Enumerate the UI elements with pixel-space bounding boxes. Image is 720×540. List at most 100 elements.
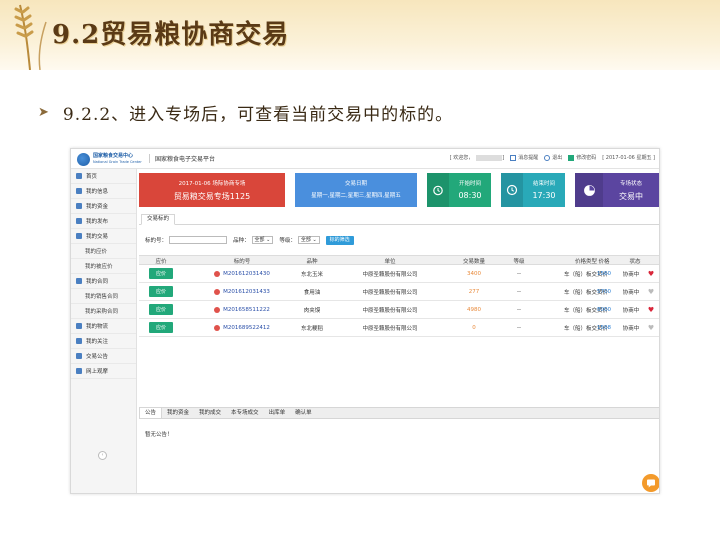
platform-name: 国家粮食电子交易平台 (149, 154, 215, 163)
status-cell: 协商中 (622, 289, 640, 296)
table-row: 应价 M201612031430 东北玉米 中原圣籁股份有限公司 3400 --… (139, 265, 659, 283)
code-cell: M201658511222 (197, 301, 287, 318)
change-password-link[interactable]: 修改密码 (568, 154, 596, 161)
sidebar-item-label: 网上观摩 (86, 369, 109, 375)
sidebar-item-my-quotes[interactable]: 我的应价 (71, 244, 136, 259)
logout-link[interactable]: 退出 (544, 154, 562, 161)
sidebar-item-observe[interactable]: 网上观摩 (71, 364, 136, 379)
quote-button[interactable]: 应价 (148, 322, 173, 333)
welcome: [ 欢迎您，] (450, 154, 504, 161)
variety-cell: 食用油 (303, 289, 321, 296)
sidebar-item-publish[interactable]: 我的发布 (71, 214, 136, 229)
variety-cell: 肉夹馍 (303, 307, 321, 314)
slide-bullet: ➤ 9.2.2、进入专场后，可查看当前交易中的标的。 (38, 100, 453, 125)
btab-announcement[interactable]: 公告 (139, 408, 163, 418)
favorite-heart-icon[interactable]: ♥ (645, 301, 657, 318)
btab-session-deals[interactable]: 本专场成交 (226, 408, 264, 418)
logout-label: 退出 (552, 155, 563, 161)
items-table: 应价 标的号 品种 单位 交易数量 等级 价格类型 价格 状态 应价 M2016… (139, 255, 659, 337)
mail-icon (510, 154, 517, 161)
sidebar-item-purchase-contracts[interactable]: 我的采购合同 (71, 304, 136, 319)
quote-button[interactable]: 应价 (148, 304, 173, 315)
sidebar-item-sales-contracts[interactable]: 我的销售合同 (71, 289, 136, 304)
btab-my-deals[interactable]: 我的成交 (194, 408, 226, 418)
megaphone-icon (76, 353, 82, 359)
btab-outbound[interactable]: 出库单 (264, 408, 291, 418)
sidebar-item-funds[interactable]: 我的资金 (71, 199, 136, 214)
session-card: 2017-01-06 场际协商专场 贸易粮交易专场1125 (139, 173, 285, 207)
tab-trade-items[interactable]: 交易标的 (141, 214, 176, 225)
grade-cell: -- (517, 288, 521, 295)
pie-clock-icon (575, 173, 603, 207)
app-header: 国家粮食交易中心 National Grain Trade Center 国家粮… (71, 149, 659, 169)
sidebar-item-favorites[interactable]: 我的关注 (71, 334, 136, 349)
quote-cell: 应价 (139, 301, 183, 318)
sidebar-item-contracts[interactable]: 我的合同 (71, 274, 136, 289)
sidebar-item-quoted[interactable]: 我的被应价 (71, 259, 136, 274)
alarm-clock-icon (427, 173, 449, 207)
grade-label: 等级： (279, 238, 296, 244)
sidebar-item-announcements[interactable]: 交易公告 (71, 349, 136, 364)
contract-icon (76, 278, 82, 284)
favorite-heart-icon[interactable]: ♥ (645, 265, 657, 282)
quote-button[interactable]: 应价 (148, 286, 173, 297)
status-label: 专场状态 (619, 181, 642, 187)
quote-button[interactable]: 应价 (148, 268, 173, 279)
wheat-icon (14, 4, 47, 70)
tab-strip: 交易标的 (139, 213, 659, 225)
table-row: 应价 M201689522412 东北粳稻 中原圣籁股份有限公司 0 -- 车（… (139, 319, 659, 337)
variety-select[interactable]: 全部 ⌄ (251, 236, 274, 244)
start-time-label: 开始时间 (458, 181, 481, 187)
item-code-link[interactable]: M201612031433 (214, 288, 270, 295)
truck-icon (76, 323, 82, 329)
logo-globe-icon (77, 152, 90, 166)
qty-cell: 3400 (467, 270, 481, 277)
trade-days-value: 星期一,星期二,星期三,星期四,星期五 (311, 193, 401, 199)
session-name: 贸易粮交易专场1125 (173, 192, 251, 201)
qty-cell: 277 (468, 288, 480, 295)
sidebar-item-trades[interactable]: 我的交易 (71, 229, 136, 244)
btab-my-funds[interactable]: 我的资金 (162, 408, 194, 418)
sidebar-item-label: 我的被应价 (85, 264, 113, 270)
sidebar-item-label: 首页 (86, 174, 98, 180)
item-code-link[interactable]: M201612031430 (214, 270, 270, 277)
float-chat-button[interactable] (642, 474, 659, 492)
unit-cell: 中原圣籁股份有限公司 (362, 271, 418, 278)
sidebar-item-info[interactable]: 我的信息 (71, 184, 136, 199)
status-cell: 协商中 (622, 307, 640, 314)
sidebar-item-label: 交易公告 (86, 354, 109, 360)
slide-header-band: 9.2贸易粮协商交易 (0, 0, 720, 70)
variety-cell: 东北玉米 (300, 271, 323, 278)
favorite-heart-icon[interactable]: ♥ (645, 283, 657, 300)
sidebar-collapse-button[interactable]: ‹ (98, 451, 107, 460)
code-input[interactable] (169, 236, 228, 244)
code-cell: M201612031433 (197, 283, 287, 300)
messages-label: 消息提醒 (518, 155, 539, 161)
sidebar-item-logistics[interactable]: 我的物流 (71, 319, 136, 334)
filter-button[interactable]: 标的筛选 (325, 235, 354, 245)
lock-icon (568, 154, 575, 161)
status-cell: 协商中 (622, 325, 640, 332)
notice-text: 暂无公告！ (145, 432, 173, 438)
quote-cell: 应价 (139, 319, 183, 336)
item-code-link[interactable]: M201689522412 (214, 324, 270, 331)
item-code-link[interactable]: M201658511222 (214, 306, 270, 313)
chat-icon (647, 479, 655, 488)
favorite-heart-icon[interactable]: ♥ (645, 319, 657, 336)
sidebar-item-label: 我的交易 (86, 234, 109, 240)
grade-select[interactable]: 全部 ⌄ (297, 236, 320, 244)
variety-label: 品种： (233, 238, 250, 244)
sidebar-item-home[interactable]: 首页 (71, 169, 136, 184)
sidebar: 首页 我的信息 我的资金 我的发布 我的交易 我的应价 我的被应价 我的合同 我… (71, 169, 137, 493)
btab-confirm[interactable]: 确认单 (290, 408, 317, 418)
sidebar-item-label: 我的合同 (86, 279, 109, 285)
clock-icon (501, 173, 523, 207)
sidebar-item-label: 我的发布 (86, 219, 109, 225)
item-code: M201658511222 (223, 306, 270, 313)
home-icon (76, 173, 82, 179)
sidebar-item-label: 我的采购合同 (85, 309, 119, 315)
messages-link[interactable]: 消息提醒 (510, 154, 538, 161)
trade-days-label: 交易日期 (344, 181, 367, 187)
heart-icon (76, 338, 82, 344)
end-time-card: 结束时间 17:30 (501, 173, 565, 207)
